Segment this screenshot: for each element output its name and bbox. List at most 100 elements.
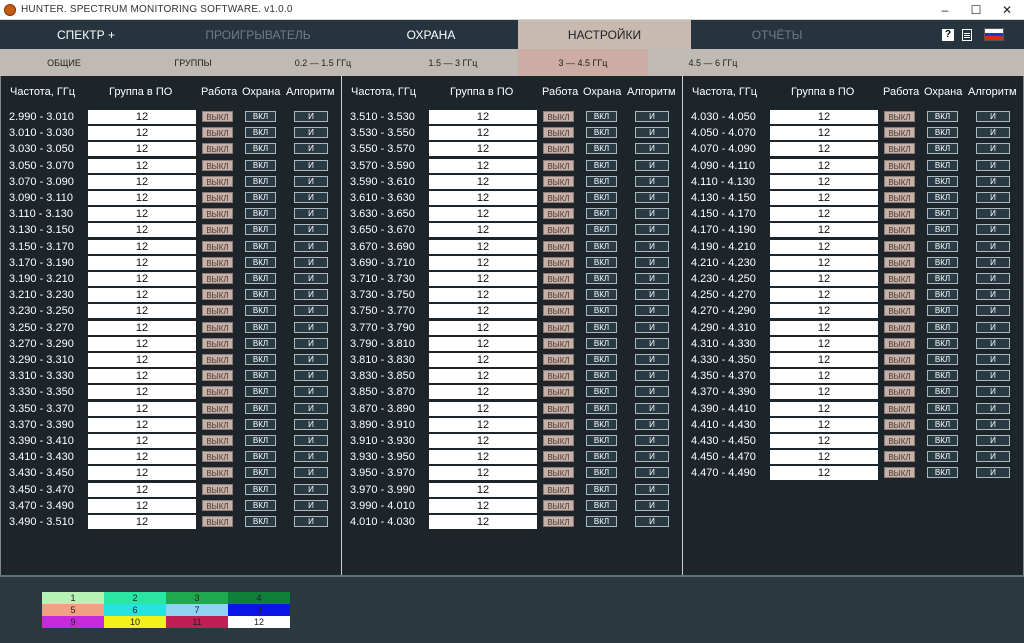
algorithm-button[interactable]: И	[635, 402, 669, 414]
guard-toggle-button[interactable]: ВКЛ	[586, 143, 617, 155]
group-input[interactable]: 12	[429, 336, 537, 351]
guard-toggle-button[interactable]: ВКЛ	[245, 143, 276, 155]
work-toggle-button[interactable]: ВЫКЛ	[543, 289, 574, 301]
algorithm-button[interactable]: И	[976, 175, 1010, 187]
algorithm-button[interactable]: И	[976, 337, 1010, 349]
algorithm-button[interactable]: И	[635, 386, 669, 398]
algorithm-button[interactable]: И	[976, 354, 1010, 365]
group-input[interactable]: 12	[429, 434, 537, 448]
guard-toggle-button[interactable]: ВКЛ	[927, 159, 958, 171]
work-toggle-button[interactable]: ВЫКЛ	[884, 224, 915, 236]
work-toggle-button[interactable]: ВЫКЛ	[202, 305, 233, 317]
guard-toggle-button[interactable]: ВКЛ	[927, 208, 958, 220]
group-input[interactable]: 12	[88, 304, 196, 319]
group-input[interactable]: 12	[88, 255, 196, 270]
algorithm-button[interactable]: И	[635, 499, 669, 511]
guard-toggle-button[interactable]: ВКЛ	[586, 224, 617, 236]
work-toggle-button[interactable]: ВЫКЛ	[202, 256, 233, 268]
guard-toggle-button[interactable]: ВКЛ	[927, 370, 958, 382]
group-input[interactable]: 12	[88, 320, 196, 335]
subtab-band-4-5-6[interactable]: 4.5 — 6 ГГц	[648, 49, 778, 76]
algorithm-button[interactable]: И	[294, 192, 328, 203]
group-input[interactable]: 12	[88, 142, 196, 157]
guard-toggle-button[interactable]: ВКЛ	[245, 175, 276, 187]
group-input[interactable]: 12	[770, 223, 878, 238]
work-toggle-button[interactable]: ВЫКЛ	[202, 370, 233, 382]
algorithm-button[interactable]: И	[976, 111, 1010, 122]
subtab-groups[interactable]: ГРУППЫ	[128, 49, 258, 76]
work-toggle-button[interactable]: ВЫКЛ	[543, 256, 574, 268]
algorithm-button[interactable]: И	[294, 386, 328, 398]
guard-toggle-button[interactable]: ВКЛ	[245, 451, 276, 463]
guard-toggle-button[interactable]: ВКЛ	[245, 305, 276, 317]
work-toggle-button[interactable]: ВЫКЛ	[543, 337, 574, 349]
tab-reports[interactable]: ОТЧЁТЫ	[691, 20, 863, 49]
work-toggle-button[interactable]: ВЫКЛ	[543, 418, 574, 430]
group-input[interactable]: 12	[770, 272, 878, 286]
group-input[interactable]: 12	[88, 126, 196, 141]
group-input[interactable]: 12	[88, 466, 196, 481]
group-input[interactable]: 12	[429, 353, 537, 367]
algorithm-button[interactable]: И	[635, 127, 669, 139]
guard-toggle-button[interactable]: ВКЛ	[927, 321, 958, 333]
algorithm-button[interactable]: И	[294, 273, 328, 284]
guard-toggle-button[interactable]: ВКЛ	[927, 289, 958, 301]
guard-toggle-button[interactable]: ВКЛ	[586, 273, 617, 284]
group-input[interactable]: 12	[770, 288, 878, 303]
work-toggle-button[interactable]: ВЫКЛ	[884, 208, 915, 220]
algorithm-button[interactable]: И	[635, 467, 669, 479]
guard-toggle-button[interactable]: ВКЛ	[927, 273, 958, 284]
group-input[interactable]: 12	[770, 336, 878, 351]
work-toggle-button[interactable]: ВЫКЛ	[884, 127, 915, 139]
group-input[interactable]: 12	[429, 288, 537, 303]
algorithm-button[interactable]: И	[635, 273, 669, 284]
guard-toggle-button[interactable]: ВКЛ	[927, 305, 958, 317]
group-input[interactable]: 12	[88, 353, 196, 367]
guard-toggle-button[interactable]: ВКЛ	[245, 256, 276, 268]
group-input[interactable]: 12	[429, 482, 537, 497]
subtab-band-0-2-1-5[interactable]: 0.2 — 1.5 ГГц	[258, 49, 388, 76]
group-input[interactable]: 12	[88, 174, 196, 189]
work-toggle-button[interactable]: ВЫКЛ	[202, 111, 233, 122]
algorithm-button[interactable]: И	[294, 435, 328, 446]
algorithm-button[interactable]: И	[635, 159, 669, 171]
guard-toggle-button[interactable]: ВКЛ	[586, 402, 617, 414]
work-toggle-button[interactable]: ВЫКЛ	[543, 175, 574, 187]
algorithm-button[interactable]: И	[635, 370, 669, 382]
group-input[interactable]: 12	[88, 515, 196, 529]
guard-toggle-button[interactable]: ВКЛ	[586, 354, 617, 365]
group-input[interactable]: 12	[88, 450, 196, 465]
guard-toggle-button[interactable]: ВКЛ	[245, 289, 276, 301]
algorithm-button[interactable]: И	[294, 256, 328, 268]
group-input[interactable]: 12	[88, 223, 196, 238]
guard-toggle-button[interactable]: ВКЛ	[245, 224, 276, 236]
guard-toggle-button[interactable]: ВКЛ	[586, 516, 617, 527]
work-toggle-button[interactable]: ВЫКЛ	[202, 483, 233, 495]
group-input[interactable]: 12	[429, 126, 537, 141]
guard-toggle-button[interactable]: ВКЛ	[245, 370, 276, 382]
group-input[interactable]: 12	[770, 174, 878, 189]
work-toggle-button[interactable]: ВЫКЛ	[884, 305, 915, 317]
tab-player[interactable]: ПРОИГРЫВАТЕЛЬ	[172, 20, 344, 49]
work-toggle-button[interactable]: ВЫКЛ	[543, 402, 574, 414]
group-input[interactable]: 12	[429, 239, 537, 254]
guard-toggle-button[interactable]: ВКЛ	[927, 435, 958, 446]
guard-toggle-button[interactable]: ВКЛ	[586, 175, 617, 187]
work-toggle-button[interactable]: ВЫКЛ	[202, 224, 233, 236]
guard-toggle-button[interactable]: ВКЛ	[586, 127, 617, 139]
work-toggle-button[interactable]: ВЫКЛ	[884, 143, 915, 155]
guard-toggle-button[interactable]: ВКЛ	[586, 289, 617, 301]
work-toggle-button[interactable]: ВЫКЛ	[543, 451, 574, 463]
work-toggle-button[interactable]: ВЫКЛ	[202, 273, 233, 284]
guard-toggle-button[interactable]: ВКЛ	[586, 483, 617, 495]
guard-toggle-button[interactable]: ВКЛ	[245, 402, 276, 414]
guard-toggle-button[interactable]: ВКЛ	[586, 467, 617, 479]
guard-toggle-button[interactable]: ВКЛ	[927, 240, 958, 252]
algorithm-button[interactable]: И	[635, 111, 669, 122]
work-toggle-button[interactable]: ВЫКЛ	[543, 143, 574, 155]
algorithm-button[interactable]: И	[635, 483, 669, 495]
group-input[interactable]: 12	[429, 207, 537, 222]
algorithm-button[interactable]: И	[294, 370, 328, 382]
group-input[interactable]: 12	[429, 498, 537, 513]
work-toggle-button[interactable]: ВЫКЛ	[543, 354, 574, 365]
